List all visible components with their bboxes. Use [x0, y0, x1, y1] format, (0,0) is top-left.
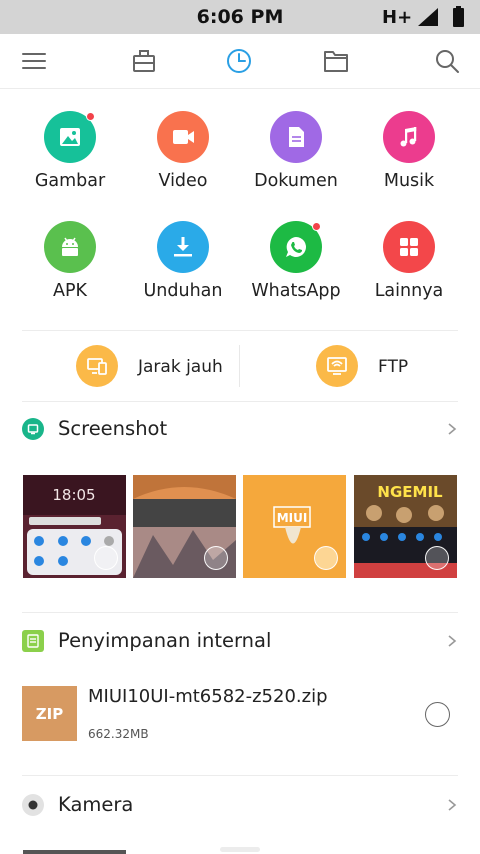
status-bar: 6:06 PM H+	[0, 0, 480, 34]
signal-icon	[418, 8, 438, 26]
category-whatsapp[interactable]: WhatsApp	[240, 221, 352, 317]
whatsapp-icon	[286, 237, 306, 257]
select-checkbox[interactable]	[204, 546, 228, 570]
screenshot-icon	[22, 418, 44, 440]
select-checkbox[interactable]	[94, 546, 118, 570]
category-icon-circle	[157, 111, 209, 163]
remote-label: Jarak jauh	[138, 357, 223, 377]
category-icon-circle	[44, 221, 96, 273]
screenshot-thumbnail[interactable]: NGEMIL	[354, 475, 457, 578]
category-icon-circle	[157, 221, 209, 273]
ftp-label: FTP	[378, 357, 409, 377]
section-title: Kamera	[58, 793, 134, 816]
screenshot-thumbnail[interactable]	[133, 475, 236, 578]
zip-file-icon: ZIP	[22, 686, 77, 741]
video-icon	[173, 130, 194, 144]
toolbox-icon[interactable]	[130, 47, 158, 75]
category-gambar[interactable]: Gambar	[14, 111, 126, 207]
section-title: Screenshot	[58, 417, 168, 440]
category-label: Gambar	[34, 171, 106, 191]
network-type: H+	[382, 7, 413, 28]
chevron-right-icon	[448, 423, 457, 435]
category-musik[interactable]: Musik	[353, 111, 465, 207]
svg-text:18:05: 18:05	[52, 486, 95, 504]
storage-icon	[22, 630, 44, 652]
section-camera-header[interactable]: Kamera	[0, 786, 480, 826]
ftp-icon	[327, 357, 347, 375]
clock-icon[interactable]	[225, 47, 253, 75]
category-icon-circle	[383, 111, 435, 163]
category-icon-circle	[270, 111, 322, 163]
category-label: Dokumen	[254, 171, 338, 191]
folder-icon[interactable]	[322, 47, 350, 75]
image-icon	[60, 128, 80, 146]
screenshot-thumbnail[interactable]: MIUI	[243, 475, 346, 578]
category-label: WhatsApp	[251, 281, 341, 301]
remote-button[interactable]: Jarak jauh	[60, 331, 238, 401]
svg-text:NGEMIL: NGEMIL	[377, 483, 443, 501]
section-title: Penyimpanan internal	[58, 629, 272, 652]
remote-icon-circle	[76, 345, 118, 387]
camera-icon	[22, 794, 44, 816]
category-lainnya[interactable]: Lainnya	[353, 221, 465, 317]
section-screenshot-header[interactable]: Screenshot	[0, 410, 480, 450]
menu-icon[interactable]	[20, 47, 48, 75]
category-label: APK	[52, 281, 87, 301]
file-name: MIUI10UI-mt6582-z520.zip	[88, 686, 328, 707]
remote-row: Jarak jauh FTP	[0, 331, 480, 401]
select-checkbox[interactable]	[314, 546, 338, 570]
category-label: Musik	[383, 171, 435, 191]
svg-text:MIUI: MIUI	[277, 511, 308, 525]
divider	[22, 401, 458, 402]
remote-divider	[239, 345, 240, 387]
category-label: Video	[158, 171, 208, 191]
devices-icon	[87, 358, 107, 375]
category-video[interactable]: Video	[127, 111, 239, 207]
category-unduhan[interactable]: Unduhan	[127, 221, 239, 317]
select-checkbox[interactable]	[425, 702, 450, 727]
ftp-button[interactable]: FTP	[300, 331, 460, 401]
top-toolbar	[0, 34, 480, 89]
apps-icon	[400, 238, 418, 256]
document-icon	[289, 127, 304, 147]
divider	[22, 775, 458, 776]
divider	[22, 612, 458, 613]
file-size: 662.32MB	[88, 727, 149, 741]
category-label: Lainnya	[374, 281, 444, 301]
section-internal-header[interactable]: Penyimpanan internal	[0, 622, 480, 662]
category-icon-circle	[383, 221, 435, 273]
new-badge	[312, 222, 321, 231]
select-checkbox[interactable]	[425, 546, 449, 570]
screenshot-thumbnail[interactable]: 18:05	[23, 475, 126, 578]
download-icon	[174, 237, 192, 257]
search-icon[interactable]	[433, 47, 461, 75]
chevron-right-icon	[448, 799, 457, 811]
music-icon	[400, 127, 417, 147]
camera-thumbnail-peek	[23, 850, 126, 854]
category-label: Unduhan	[143, 281, 223, 301]
chevron-right-icon	[448, 635, 457, 647]
ftp-icon-circle	[316, 345, 358, 387]
new-badge	[86, 112, 95, 121]
category-dokumen[interactable]: Dokumen	[240, 111, 352, 207]
file-item[interactable]: ZIP MIUI10UI-mt6582-z520.zip 662.32MB	[0, 680, 480, 750]
battery-icon	[453, 6, 464, 27]
category-apk[interactable]: APK	[14, 221, 126, 317]
android-icon	[62, 237, 78, 256]
scroll-handle	[220, 847, 260, 852]
